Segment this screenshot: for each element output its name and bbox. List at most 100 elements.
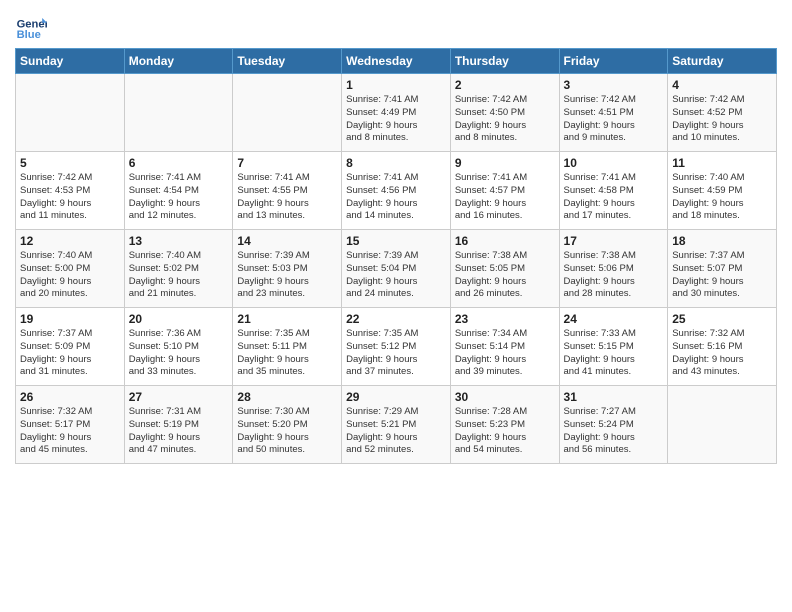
cell-info: Sunrise: 7:39 AM Sunset: 5:03 PM Dayligh…: [237, 250, 337, 301]
cell-info: Sunrise: 7:30 AM Sunset: 5:20 PM Dayligh…: [237, 406, 337, 457]
weekday-header-saturday: Saturday: [668, 49, 777, 74]
weekday-header-row: SundayMondayTuesdayWednesdayThursdayFrid…: [16, 49, 777, 74]
day-number: 23: [455, 312, 555, 326]
day-number: 21: [237, 312, 337, 326]
cell-info: Sunrise: 7:27 AM Sunset: 5:24 PM Dayligh…: [564, 406, 664, 457]
calendar-cell: 7 Sunrise: 7:41 AM Sunset: 4:55 PM Daylig…: [233, 152, 342, 230]
day-number: 20: [129, 312, 229, 326]
cell-info: Sunrise: 7:31 AM Sunset: 5:19 PM Dayligh…: [129, 406, 229, 457]
cell-info: Sunrise: 7:34 AM Sunset: 5:14 PM Dayligh…: [455, 328, 555, 379]
calendar-cell: 30 Sunrise: 7:28 AM Sunset: 5:23 PM Dayli…: [450, 386, 559, 464]
day-number: 22: [346, 312, 446, 326]
day-number: 16: [455, 234, 555, 248]
weekday-header-tuesday: Tuesday: [233, 49, 342, 74]
cell-info: Sunrise: 7:35 AM Sunset: 5:12 PM Dayligh…: [346, 328, 446, 379]
calendar-cell: 24Sunrise: 7:33 AM Sunset: 5:15 PM Dayli…: [559, 308, 668, 386]
calendar-table: SundayMondayTuesdayWednesdayThursdayFrid…: [15, 48, 777, 464]
cell-info: Sunrise: 7:32 AM Sunset: 5:17 PM Dayligh…: [20, 406, 120, 457]
cell-info: Sunrise: 7:28 AM Sunset: 5:23 PM Dayligh…: [455, 406, 555, 457]
logo-icon: General Blue: [15, 10, 47, 42]
cell-info: Sunrise: 7:41 AM Sunset: 4:58 PM Dayligh…: [564, 172, 664, 223]
calendar-cell: 20 Sunrise: 7:36 AM Sunset: 5:10 PM Dayli…: [124, 308, 233, 386]
calendar-cell: 1 Sunrise: 7:41 AM Sunset: 4:49 PM Daylig…: [342, 74, 451, 152]
day-number: 9: [455, 156, 555, 170]
day-number: 14: [237, 234, 337, 248]
cell-info: Sunrise: 7:36 AM Sunset: 5:10 PM Dayligh…: [129, 328, 229, 379]
weekday-header-wednesday: Wednesday: [342, 49, 451, 74]
day-number: 30: [455, 390, 555, 404]
cell-info: Sunrise: 7:33 AM Sunset: 5:15 PM Dayligh…: [564, 328, 664, 379]
calendar-cell: 31 Sunrise: 7:27 AM Sunset: 5:24 PM Dayli…: [559, 386, 668, 464]
calendar-cell: 23 Sunrise: 7:34 AM Sunset: 5:14 PM Dayli…: [450, 308, 559, 386]
calendar-cell: 19 Sunrise: 7:37 AM Sunset: 5:09 PM Dayli…: [16, 308, 125, 386]
cell-info: Sunrise: 7:42 AM Sunset: 4:51 PM Dayligh…: [564, 94, 664, 145]
calendar-cell: 12Sunrise: 7:40 AM Sunset: 5:00 PM Dayli…: [16, 230, 125, 308]
calendar-cell: [233, 74, 342, 152]
calendar-cell: 16Sunrise: 7:38 AM Sunset: 5:05 PM Dayli…: [450, 230, 559, 308]
day-number: 13: [129, 234, 229, 248]
header: General Blue: [15, 10, 777, 42]
calendar-cell: 25 Sunrise: 7:32 AM Sunset: 5:16 PM Dayli…: [668, 308, 777, 386]
cell-info: Sunrise: 7:41 AM Sunset: 4:55 PM Dayligh…: [237, 172, 337, 223]
weekday-header-thursday: Thursday: [450, 49, 559, 74]
weekday-header-sunday: Sunday: [16, 49, 125, 74]
calendar-cell: 6Sunrise: 7:41 AM Sunset: 4:54 PM Daylig…: [124, 152, 233, 230]
cell-info: Sunrise: 7:42 AM Sunset: 4:53 PM Dayligh…: [20, 172, 120, 223]
calendar-cell: 9Sunrise: 7:41 AM Sunset: 4:57 PM Daylig…: [450, 152, 559, 230]
calendar-cell: 8 Sunrise: 7:41 AM Sunset: 4:56 PM Daylig…: [342, 152, 451, 230]
day-number: 8: [346, 156, 446, 170]
weekday-header-friday: Friday: [559, 49, 668, 74]
day-number: 7: [237, 156, 337, 170]
calendar-cell: [16, 74, 125, 152]
calendar-container: General Blue SundayMondayTuesdayWednesda…: [0, 0, 792, 469]
day-number: 10: [564, 156, 664, 170]
week-row-2: 5Sunrise: 7:42 AM Sunset: 4:53 PM Daylig…: [16, 152, 777, 230]
cell-info: Sunrise: 7:35 AM Sunset: 5:11 PM Dayligh…: [237, 328, 337, 379]
cell-info: Sunrise: 7:29 AM Sunset: 5:21 PM Dayligh…: [346, 406, 446, 457]
calendar-cell: 15Sunrise: 7:39 AM Sunset: 5:04 PM Dayli…: [342, 230, 451, 308]
calendar-cell: 10 Sunrise: 7:41 AM Sunset: 4:58 PM Dayli…: [559, 152, 668, 230]
week-row-4: 19 Sunrise: 7:37 AM Sunset: 5:09 PM Dayli…: [16, 308, 777, 386]
cell-info: Sunrise: 7:40 AM Sunset: 5:02 PM Dayligh…: [129, 250, 229, 301]
day-number: 1: [346, 78, 446, 92]
cell-info: Sunrise: 7:37 AM Sunset: 5:07 PM Dayligh…: [672, 250, 772, 301]
day-number: 12: [20, 234, 120, 248]
calendar-cell: 13 Sunrise: 7:40 AM Sunset: 5:02 PM Dayli…: [124, 230, 233, 308]
day-number: 11: [672, 156, 772, 170]
calendar-cell: 27 Sunrise: 7:31 AM Sunset: 5:19 PM Dayli…: [124, 386, 233, 464]
cell-info: Sunrise: 7:32 AM Sunset: 5:16 PM Dayligh…: [672, 328, 772, 379]
day-number: 27: [129, 390, 229, 404]
cell-info: Sunrise: 7:40 AM Sunset: 4:59 PM Dayligh…: [672, 172, 772, 223]
day-number: 29: [346, 390, 446, 404]
cell-info: Sunrise: 7:42 AM Sunset: 4:52 PM Dayligh…: [672, 94, 772, 145]
day-number: 6: [129, 156, 229, 170]
calendar-cell: [124, 74, 233, 152]
weekday-header-monday: Monday: [124, 49, 233, 74]
calendar-cell: 18 Sunrise: 7:37 AM Sunset: 5:07 PM Dayli…: [668, 230, 777, 308]
calendar-cell: 28 Sunrise: 7:30 AM Sunset: 5:20 PM Dayli…: [233, 386, 342, 464]
calendar-cell: 26Sunrise: 7:32 AM Sunset: 5:17 PM Dayli…: [16, 386, 125, 464]
calendar-cell: 14 Sunrise: 7:39 AM Sunset: 5:03 PM Dayli…: [233, 230, 342, 308]
week-row-1: 1 Sunrise: 7:41 AM Sunset: 4:49 PM Daylig…: [16, 74, 777, 152]
calendar-cell: 21 Sunrise: 7:35 AM Sunset: 5:11 PM Dayli…: [233, 308, 342, 386]
cell-info: Sunrise: 7:38 AM Sunset: 5:06 PM Dayligh…: [564, 250, 664, 301]
logo: General Blue: [15, 10, 51, 42]
calendar-cell: 3Sunrise: 7:42 AM Sunset: 4:51 PM Daylig…: [559, 74, 668, 152]
day-number: 18: [672, 234, 772, 248]
calendar-cell: 2 Sunrise: 7:42 AM Sunset: 4:50 PM Daylig…: [450, 74, 559, 152]
calendar-cell: 29 Sunrise: 7:29 AM Sunset: 5:21 PM Dayli…: [342, 386, 451, 464]
cell-info: Sunrise: 7:41 AM Sunset: 4:49 PM Dayligh…: [346, 94, 446, 145]
calendar-cell: 5Sunrise: 7:42 AM Sunset: 4:53 PM Daylig…: [16, 152, 125, 230]
cell-info: Sunrise: 7:37 AM Sunset: 5:09 PM Dayligh…: [20, 328, 120, 379]
svg-text:Blue: Blue: [17, 29, 41, 41]
day-number: 25: [672, 312, 772, 326]
day-number: 31: [564, 390, 664, 404]
day-number: 19: [20, 312, 120, 326]
calendar-cell: 22 Sunrise: 7:35 AM Sunset: 5:12 PM Dayli…: [342, 308, 451, 386]
day-number: 4: [672, 78, 772, 92]
day-number: 2: [455, 78, 555, 92]
calendar-cell: 4 Sunrise: 7:42 AM Sunset: 4:52 PM Daylig…: [668, 74, 777, 152]
cell-info: Sunrise: 7:41 AM Sunset: 4:56 PM Dayligh…: [346, 172, 446, 223]
day-number: 28: [237, 390, 337, 404]
cell-info: Sunrise: 7:42 AM Sunset: 4:50 PM Dayligh…: [455, 94, 555, 145]
